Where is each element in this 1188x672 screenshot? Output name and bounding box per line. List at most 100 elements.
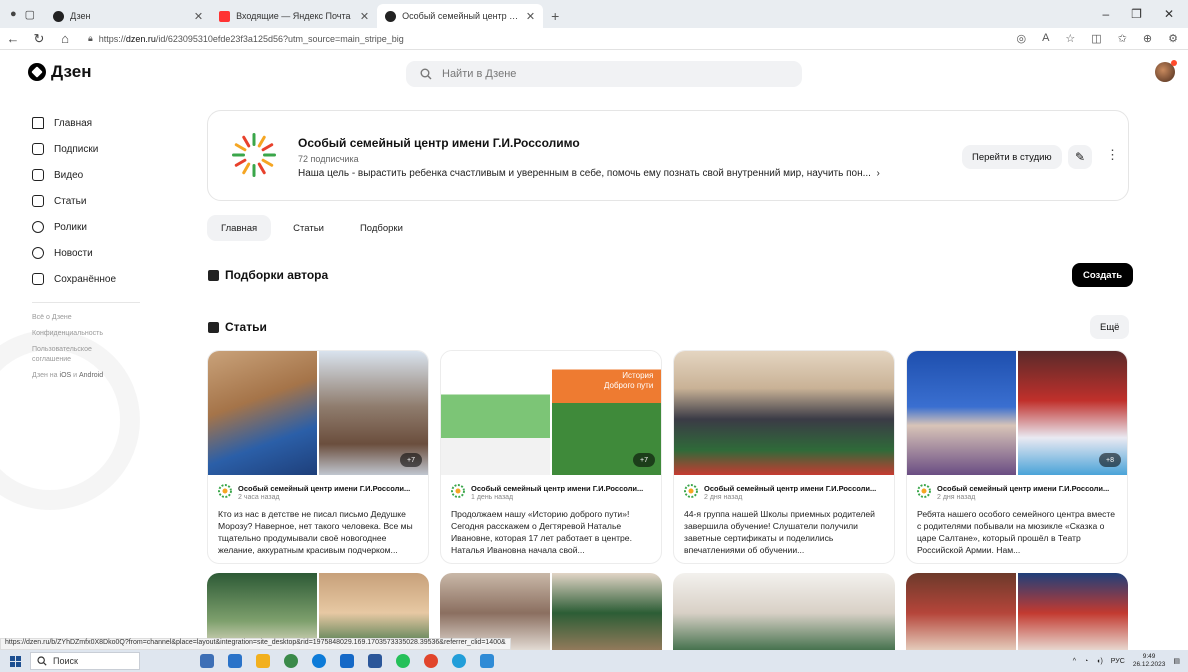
edge-browser-icon[interactable] [312, 654, 326, 668]
android-link[interactable]: Android [79, 372, 103, 379]
more-articles-button[interactable]: Ещё [1090, 315, 1130, 339]
clock[interactable]: 9:49 26.12.2023 [1133, 653, 1166, 669]
sidebar-item-label: Главная [54, 117, 93, 129]
app-icon[interactable] [284, 654, 298, 668]
favorite-star-icon[interactable]: ☆ [1065, 32, 1075, 45]
collections-icon[interactable]: ⊕ [1143, 32, 1152, 45]
footer-link-about[interactable]: Всё о Дзене [32, 313, 182, 323]
windows-start-icon[interactable] [0, 655, 30, 667]
browser-tab-1[interactable]: Дзен ✕ [45, 4, 211, 28]
split-screen-icon[interactable]: ◫ [1091, 32, 1101, 45]
telegram-icon[interactable] [452, 654, 466, 668]
extra-photos-badge: +7 [400, 453, 422, 467]
volume-icon[interactable]: ◖) [1096, 658, 1103, 665]
channel-description[interactable]: Наша цель - вырастить ребенка счастливым… [298, 168, 880, 179]
section-title: Подборки автора [225, 268, 329, 282]
app-icon[interactable] [200, 654, 214, 668]
extra-photos-badge: +8 [1099, 453, 1121, 467]
dzen-logo[interactable]: Дзен [28, 62, 91, 82]
footer-link-terms[interactable]: Пользовательское соглашение [32, 345, 122, 365]
close-tab-icon[interactable]: ✕ [194, 10, 203, 23]
article-thumbnails: +8 [907, 351, 1127, 475]
sidebar-item-subscriptions[interactable]: Подписки [32, 136, 182, 162]
sidebar-item-articles[interactable]: Статьи [32, 188, 182, 214]
close-window-icon[interactable]: ✕ [1164, 7, 1174, 21]
article-card[interactable]: Особый семейный центр имени Г.И.Россоли.… [673, 350, 895, 564]
article-time: 2 часа назад [238, 494, 280, 501]
article-card[interactable]: +7 Особый семейный центр имени Г.И.Россо… [207, 350, 429, 564]
tab-main[interactable]: Главная [207, 215, 272, 241]
ios-link[interactable]: iOS [60, 372, 72, 379]
tray-chevron-icon[interactable]: ^ [1073, 658, 1076, 665]
sidebar-item-label: Ролики [54, 221, 87, 233]
go-to-studio-button[interactable]: Перейти в студию [962, 145, 1062, 169]
article-photo: +8 [1018, 351, 1127, 475]
back-icon[interactable]: ← [0, 31, 26, 46]
footer-link-privacy[interactable]: Конфиденциальность [32, 329, 182, 339]
sidebar-item-news[interactable]: Новости [32, 240, 182, 266]
sidebar-item-home[interactable]: Главная [32, 110, 182, 136]
dzen-logo-icon [28, 63, 46, 81]
browser-tab-3[interactable]: Особый семейный центр имени ✕ [377, 4, 544, 28]
footer-apps: Дзен на iOS и Android [32, 372, 104, 379]
tab-title: Дзен [70, 11, 91, 21]
whatsapp-icon[interactable] [396, 654, 410, 668]
browser-tab-2[interactable]: Входящие — Яндекс Почта ✕ [211, 4, 377, 28]
shorts-icon [32, 221, 44, 233]
close-tab-icon[interactable]: ✕ [360, 10, 369, 23]
file-explorer-icon[interactable] [256, 654, 270, 668]
article-thumbnails: +7 [208, 351, 428, 475]
favorites-icon[interactable]: ✩ [1118, 32, 1127, 45]
edit-pencil-icon[interactable]: ✎ [1068, 145, 1092, 169]
home-icon[interactable]: ⌂ [52, 31, 78, 46]
video-icon [32, 169, 44, 181]
article-card[interactable]: +8 Особый семейный центр имени Г.И.Россо… [906, 350, 1128, 564]
sidebar-item-saved[interactable]: Сохранённое [32, 266, 182, 292]
article-thumbnails: История Доброго пути +7 [441, 351, 661, 475]
restore-icon[interactable]: ❐ [1131, 7, 1142, 21]
read-aloud-icon[interactable]: A [1042, 32, 1049, 45]
search-input[interactable]: Найти в Дзене [406, 61, 802, 87]
tab-actions-icon[interactable]: ▢ [25, 8, 35, 21]
user-avatar[interactable] [1155, 60, 1177, 82]
tab-title: Входящие — Яндекс Почта [236, 11, 351, 21]
sidebar-item-label: Сохранённое [54, 273, 117, 285]
network-icon[interactable]: ◔ [1084, 658, 1088, 665]
profile-icon[interactable]: ● [10, 8, 17, 20]
tab-articles[interactable]: Статьи [279, 215, 338, 241]
sidebar-item-shorts[interactable]: Ролики [32, 214, 182, 240]
yandex-browser-icon[interactable] [424, 654, 438, 668]
reload-icon[interactable]: ↻ [26, 31, 52, 47]
section-title: Статьи [225, 320, 267, 334]
minimize-icon[interactable]: – [1102, 7, 1109, 21]
collections-icon [208, 269, 219, 281]
new-tab-icon[interactable]: + [543, 4, 567, 28]
mail-icon[interactable] [340, 654, 354, 668]
article-card-partial[interactable] [673, 573, 895, 653]
app-icon[interactable] [228, 654, 242, 668]
channel-avatar-icon [451, 484, 465, 498]
taskbar-search[interactable]: Поиск [30, 652, 140, 670]
tab-collections[interactable]: Подборки [346, 215, 417, 241]
sidebar-item-video[interactable]: Видео [32, 162, 182, 188]
sidebar: Главная Подписки Видео Статьи Ролики Нов… [32, 110, 182, 387]
article-author: Особый семейный центр имени Г.И.Россоли.… [238, 484, 411, 493]
input-language[interactable]: РУС [1111, 658, 1125, 665]
more-options-icon[interactable]: ⋮ [1106, 147, 1119, 163]
notifications-icon[interactable]: ▤ [1173, 657, 1180, 665]
article-meta: Особый семейный центр имени Г.И.Россоли.… [208, 475, 428, 501]
word-icon[interactable] [368, 654, 382, 668]
channel-logo[interactable] [230, 131, 278, 179]
extensions-icon[interactable]: ⚙ [1168, 32, 1178, 45]
create-button[interactable]: Создать [1072, 263, 1134, 287]
articles-icon [208, 321, 219, 333]
article-card[interactable]: История Доброго пути +7 Особый семейный … [440, 350, 662, 564]
thumbnail-caption: История Доброго пути [604, 371, 654, 390]
article-card-partial[interactable] [906, 573, 1128, 653]
dzen-favicon-icon [385, 10, 397, 22]
app-icon[interactable] [480, 654, 494, 668]
location-icon[interactable]: ◎ [1016, 32, 1026, 45]
close-tab-icon[interactable]: ✕ [526, 10, 535, 23]
extra-photos-badge: +7 [633, 453, 655, 467]
url-field[interactable]: 🔒︎ https://dzen.ru/id/623095310efde23f3a… [88, 33, 1016, 44]
